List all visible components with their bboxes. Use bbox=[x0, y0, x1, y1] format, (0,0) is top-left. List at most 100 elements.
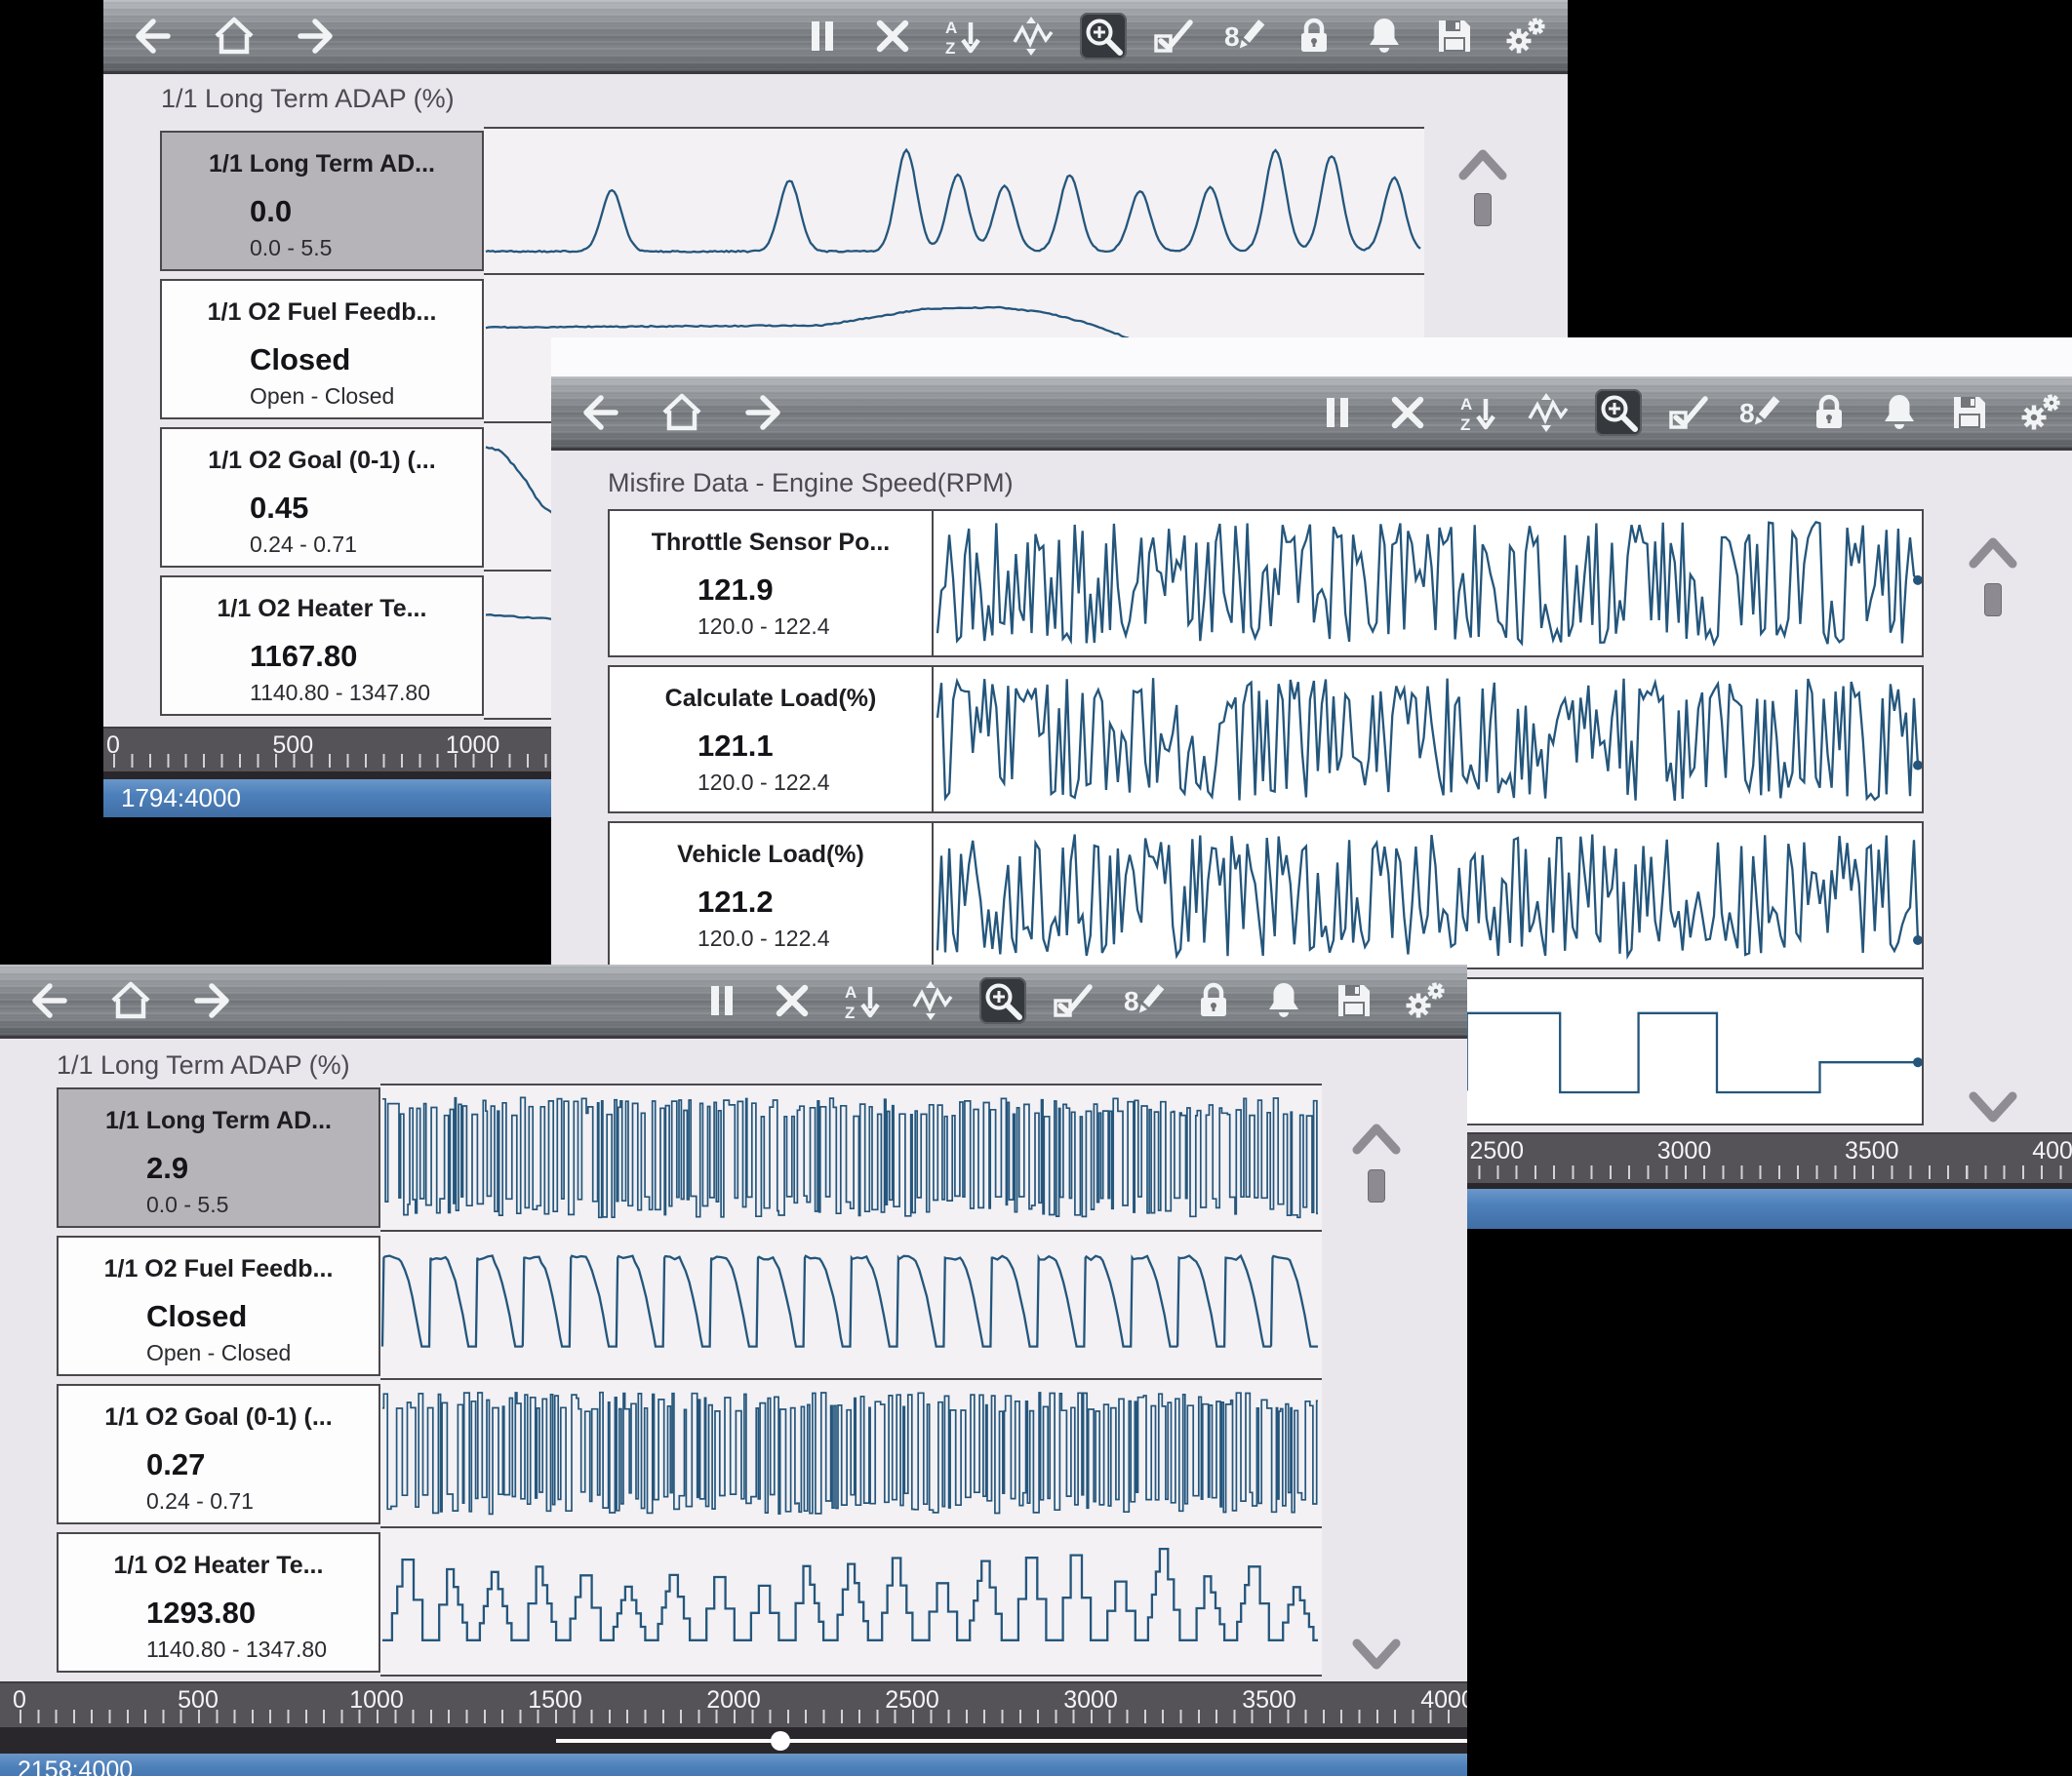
confirm-icon[interactable] bbox=[1665, 389, 1712, 436]
parameter-range: Open - Closed bbox=[59, 1340, 379, 1366]
sort-icon[interactable]: AZ bbox=[839, 977, 886, 1024]
svg-text:8: 8 bbox=[1224, 21, 1240, 52]
sort-icon[interactable]: AZ bbox=[939, 13, 986, 59]
sort-icon[interactable]: AZ bbox=[1454, 389, 1501, 436]
home-icon[interactable] bbox=[658, 389, 705, 436]
vertical-scroll-handle[interactable] bbox=[1474, 193, 1492, 226]
parameter-graph[interactable] bbox=[936, 511, 1922, 655]
pause-icon[interactable] bbox=[698, 977, 745, 1024]
parameter-label: 1/1 O2 Goal (0-1) (... bbox=[59, 1403, 379, 1432]
lock-icon[interactable] bbox=[1190, 977, 1237, 1024]
forward-icon[interactable] bbox=[295, 13, 341, 59]
back-icon[interactable] bbox=[127, 13, 174, 59]
toolbar: AZ 8 bbox=[551, 376, 2072, 451]
scroll-down-icon[interactable] bbox=[1351, 1636, 1402, 1675]
parameter-range: 0.24 - 0.71 bbox=[59, 1488, 379, 1515]
close-icon[interactable] bbox=[769, 977, 816, 1024]
parameter-cell[interactable]: 1/1 O2 Heater Te...1293.801140.80 - 1347… bbox=[57, 1532, 380, 1673]
back-icon[interactable] bbox=[23, 977, 70, 1024]
alerts-icon[interactable] bbox=[1876, 389, 1923, 436]
parameter-graph[interactable] bbox=[380, 1232, 1322, 1380]
svg-text:Z: Z bbox=[945, 39, 955, 58]
save-icon[interactable] bbox=[1431, 13, 1478, 59]
parameter-label: 1/1 O2 Heater Te... bbox=[59, 1552, 379, 1580]
vertical-scroll-handle[interactable] bbox=[1368, 1169, 1385, 1203]
parameter-graph[interactable] bbox=[936, 823, 1922, 967]
toolbar: AZ 8 bbox=[103, 0, 1568, 74]
settings-icon[interactable] bbox=[1501, 13, 1548, 59]
custom-data-icon[interactable]: 8 bbox=[1735, 389, 1782, 436]
parameter-value: Closed bbox=[59, 1299, 379, 1334]
alerts-icon[interactable] bbox=[1260, 977, 1307, 1024]
parameter-graph[interactable] bbox=[936, 667, 1922, 811]
vertical-scroll-handle[interactable] bbox=[1984, 583, 2002, 616]
parameter-graph[interactable] bbox=[484, 127, 1424, 275]
lock-icon[interactable] bbox=[1291, 13, 1337, 59]
settings-icon[interactable] bbox=[2016, 389, 2063, 436]
scroll-down-icon[interactable] bbox=[1968, 1088, 2018, 1127]
window-title: 1/1 Long Term ADAP (%) bbox=[161, 84, 455, 114]
graph-icon[interactable] bbox=[909, 977, 956, 1024]
parameter-graph[interactable] bbox=[380, 1380, 1322, 1528]
forward-icon[interactable] bbox=[742, 389, 789, 436]
close-icon[interactable] bbox=[1384, 389, 1431, 436]
timeline-slider-track[interactable] bbox=[0, 1727, 1467, 1754]
custom-data-icon[interactable]: 8 bbox=[1220, 13, 1267, 59]
parameter-cell[interactable]: 1/1 Long Term AD...2.90.0 - 5.5 bbox=[57, 1087, 380, 1228]
parameter-cell[interactable]: 1/1 O2 Goal (0-1) (...0.450.24 - 0.71 bbox=[160, 427, 484, 568]
parameter-cell[interactable]: 1/1 O2 Fuel Feedb... Closed Open - Closed bbox=[57, 1236, 380, 1376]
parameter-row: 1/1 O2 Goal (0-1) (... 0.27 0.24 - 0.71 bbox=[57, 1380, 1322, 1528]
lock-icon[interactable] bbox=[1806, 389, 1853, 436]
graph-icon[interactable] bbox=[1525, 389, 1572, 436]
scroll-position-bar[interactable]: 2158:4000 bbox=[0, 1754, 1467, 1776]
zoom-icon[interactable] bbox=[1080, 13, 1127, 59]
home-icon[interactable] bbox=[107, 977, 154, 1024]
scroll-up-icon[interactable] bbox=[1968, 533, 2018, 572]
parameter-row: 1/1 Long Term AD...0.00.0 - 5.5 bbox=[160, 127, 1424, 275]
parameter-cell[interactable]: Throttle Sensor Po...121.9120.0 - 122.4 bbox=[610, 511, 934, 655]
forward-icon[interactable] bbox=[191, 977, 238, 1024]
parameter-label: 1/1 O2 Fuel Feedb... bbox=[162, 298, 482, 327]
parameter-cell[interactable]: 1/1 O2 Goal (0-1) (... 0.27 0.24 - 0.71 bbox=[57, 1384, 380, 1524]
ruler-label: 3500 bbox=[1845, 1137, 1899, 1165]
pause-icon[interactable] bbox=[799, 13, 846, 59]
graph-icon[interactable] bbox=[1010, 13, 1056, 59]
custom-data-icon[interactable]: 8 bbox=[1120, 977, 1167, 1024]
parameter-graph[interactable] bbox=[380, 1084, 1322, 1232]
parameter-label: 1/1 O2 Heater Te... bbox=[162, 595, 482, 623]
svg-text:A: A bbox=[845, 983, 857, 1002]
position-handle[interactable] bbox=[771, 1731, 790, 1751]
parameter-value: 2.9 bbox=[59, 1151, 379, 1186]
save-icon[interactable] bbox=[1946, 389, 1993, 436]
back-icon[interactable] bbox=[575, 389, 621, 436]
parameter-row: 1/1 O2 Fuel Feedb... Closed Open - Closed bbox=[57, 1232, 1322, 1380]
parameter-label: 1/1 O2 Fuel Feedb... bbox=[59, 1255, 379, 1283]
parameter-cell[interactable]: Calculate Load(%)121.1120.0 - 122.4 bbox=[610, 667, 934, 811]
parameter-label: Throttle Sensor Po... bbox=[610, 529, 932, 557]
parameter-range: 0.24 - 0.71 bbox=[162, 532, 482, 558]
parameter-label: 1/1 O2 Goal (0-1) (... bbox=[162, 447, 482, 475]
zoom-icon[interactable] bbox=[1595, 389, 1642, 436]
parameter-cell[interactable]: Vehicle Load(%)121.2120.0 - 122.4 bbox=[610, 823, 934, 967]
parameter-range: 120.0 - 122.4 bbox=[610, 926, 932, 952]
close-icon[interactable] bbox=[869, 13, 916, 59]
pause-icon[interactable] bbox=[1314, 389, 1361, 436]
ruler-label: 2500 bbox=[1469, 1137, 1524, 1165]
ruler-label: 4000 bbox=[2032, 1137, 2072, 1165]
confirm-icon[interactable] bbox=[1050, 977, 1096, 1024]
scroll-up-icon[interactable] bbox=[1351, 1119, 1402, 1158]
settings-icon[interactable] bbox=[1401, 977, 1448, 1024]
window-title: Misfire Data - Engine Speed(RPM) bbox=[608, 468, 1014, 498]
parameter-cell[interactable]: 1/1 O2 Fuel Feedb...ClosedOpen - Closed bbox=[160, 279, 484, 419]
save-icon[interactable] bbox=[1331, 977, 1377, 1024]
scroll-up-icon[interactable] bbox=[1457, 144, 1508, 183]
parameter-graph[interactable] bbox=[380, 1528, 1322, 1677]
home-icon[interactable] bbox=[211, 13, 258, 59]
svg-text:8: 8 bbox=[1739, 398, 1755, 428]
zoom-icon[interactable] bbox=[979, 977, 1026, 1024]
parameter-value: 0.27 bbox=[59, 1447, 379, 1482]
confirm-icon[interactable] bbox=[1150, 13, 1197, 59]
alerts-icon[interactable] bbox=[1361, 13, 1408, 59]
parameter-cell[interactable]: 1/1 Long Term AD...0.00.0 - 5.5 bbox=[160, 131, 484, 271]
parameter-cell[interactable]: 1/1 O2 Heater Te...1167.801140.80 - 1347… bbox=[160, 575, 484, 716]
